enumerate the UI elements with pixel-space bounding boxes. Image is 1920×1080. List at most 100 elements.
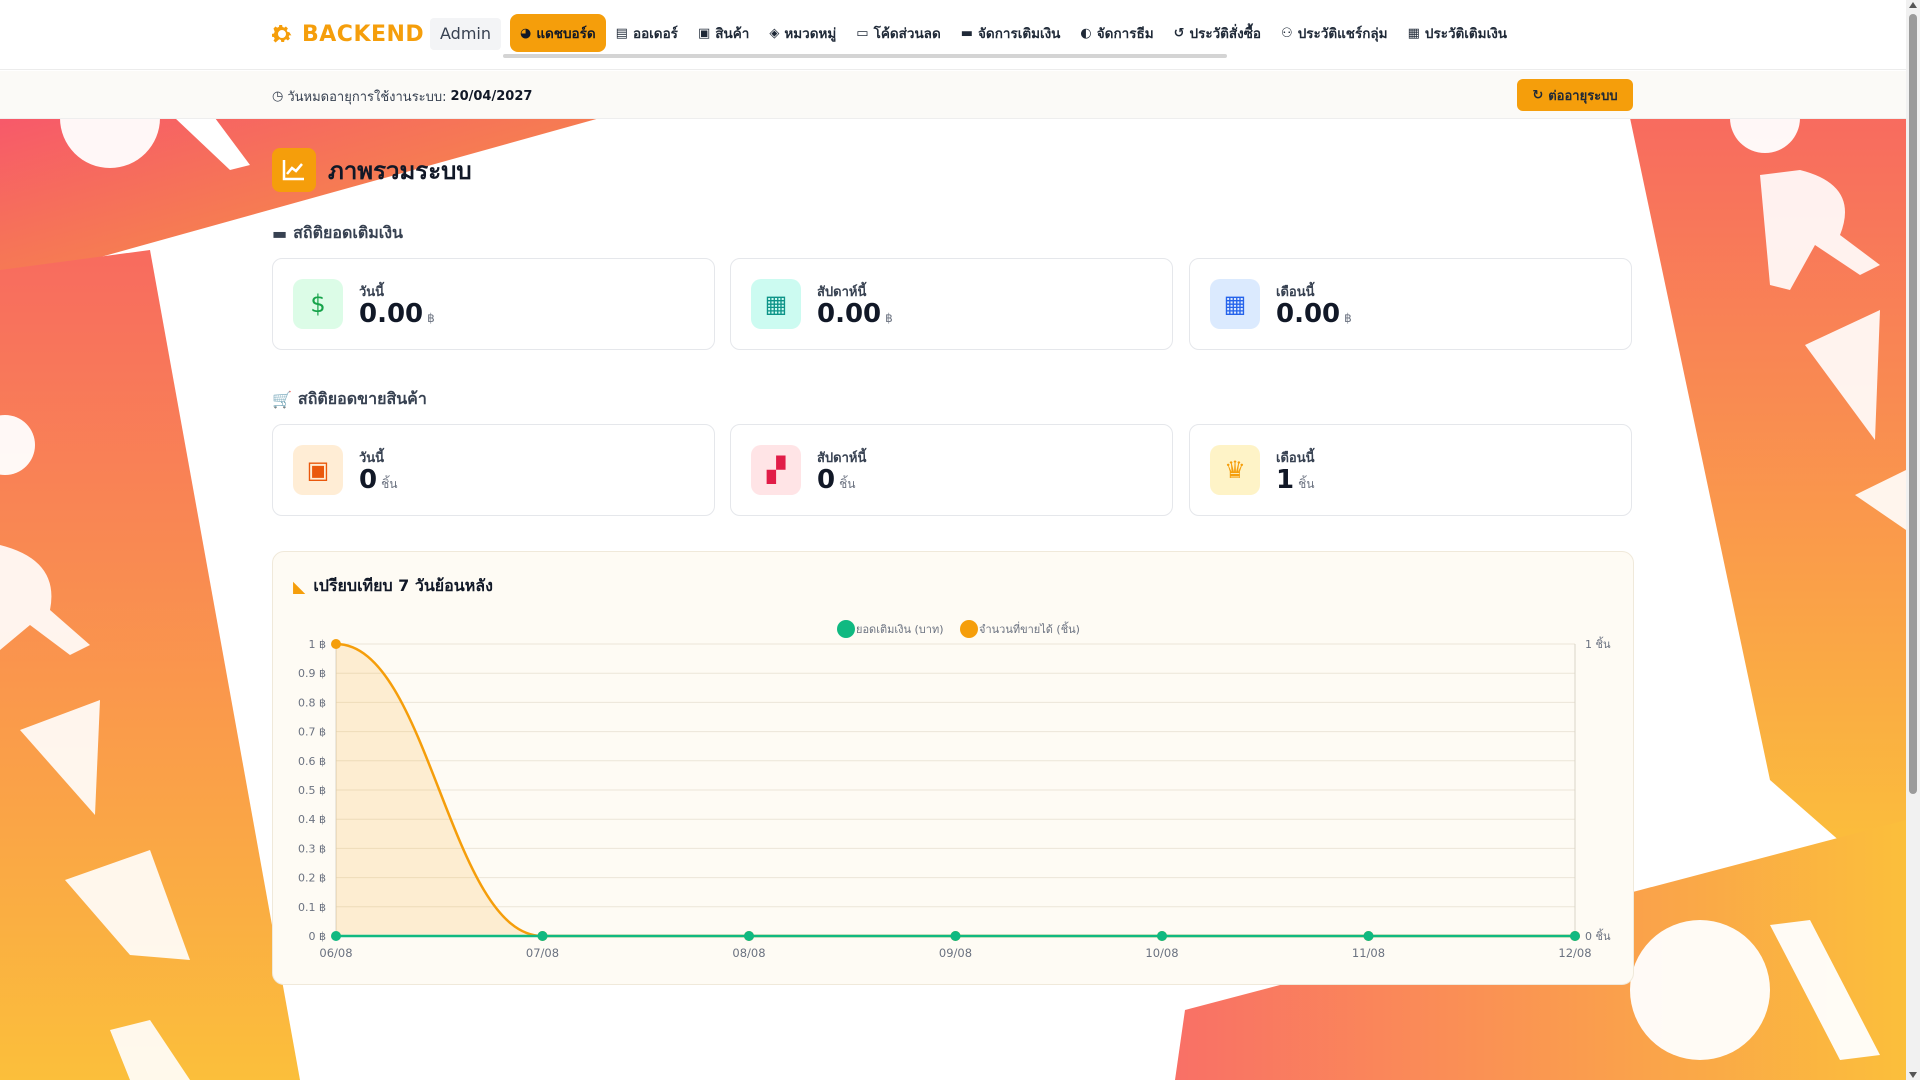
value-unit: ฿ [1344,311,1352,325]
brand[interactable]: BACKEND [270,19,424,49]
page-title: ภาพรวมระบบ [328,156,472,185]
gear-icon [272,25,292,43]
value-unit: ชิ้น [381,477,398,491]
y-left-tick-label: 0 ฿ [309,930,327,943]
main-nav: ◕ แดชบอร์ด ▤ ออเดอร์ ▣ สินค้า ◈ หมวดหมู่… [510,14,1517,52]
value-number: 0.00 [817,299,882,329]
card-value: 0 ชิ้น [817,465,855,495]
nav-item-label: ประวัติสั่งซื้อ [1189,26,1262,42]
topup-section-heading: ▬ สถิติยอดเติมเงิน [272,221,403,246]
comparison-chart-panel: ◣ เปรียบเทียบ 7 วันย้อนหลัง 0 ฿ 0.1 ฿ 0.2 … [272,551,1634,985]
nav-item-categories[interactable]: ◈ หมวดหมู่ [759,14,846,52]
nav-item-label: ประวัติเติมเงิน [1424,26,1508,42]
expiry-info: ◷ วันหมดอายุการใช้งานระบบ: 20/04/2027 [272,86,532,107]
scrollbar-thumb[interactable] [1909,14,1917,794]
y-left-tick-label: 0.5 ฿ [298,784,326,797]
sales-section-heading: 🛒 สถิติยอดขายสินค้า [272,387,427,412]
y-left-tick-label: 0.4 ฿ [298,813,326,826]
nav-item-label: ประวัติแชร์กลุ่ม [1297,26,1388,42]
y-left-tick-label: 0.3 ฿ [298,842,326,855]
money-bag-icon: $ [293,279,343,329]
section-title: สถิติยอดขายสินค้า [297,389,427,408]
license-bar: ◷ วันหมดอายุการใช้งานระบบ: 20/04/2027 ↻ … [0,71,1906,119]
series-point [331,931,341,941]
page-scrollbar[interactable] [1906,0,1920,1080]
clock-icon: ◷ [272,89,284,104]
nav-item-label: แดชบอร์ด [536,26,596,42]
ticket-icon: ▭ [856,25,869,41]
renew-label: ต่ออายุระบบ [1548,88,1618,104]
topup-week-card: ▦ สัปดาห์นี้ 0.00 ฿ [730,258,1173,350]
series-point [331,639,341,649]
wallet-icon: ▬ [272,224,288,243]
nav-scrollbar[interactable] [503,54,1227,58]
y-left-tick-label: 0.1 ฿ [298,901,326,914]
nav-item-group-share-history[interactable]: ⚇ ประวัติแชร์กลุ่ม [1271,14,1398,52]
brand-name: BACKEND [302,21,425,47]
sales-today-card: ▣ วันนี้ 0 ชิ้น [272,424,715,516]
y-left-tick-label: 0.9 ฿ [298,667,326,680]
value-number: 0 [817,465,836,495]
open-box-icon: ▣ [293,445,343,495]
legend-marker [960,620,978,638]
legend-label: ยอดเติมเงิน (บาท) [856,623,944,636]
renew-button[interactable]: ↻ ต่ออายุระบบ [1517,79,1633,111]
value-number: 0.00 [1276,299,1341,329]
calendar-icon: ▦ [1210,279,1260,329]
card-value: 0 ชิ้น [359,465,397,495]
nav-item-order-history[interactable]: ↺ ประวัติสั่งซื้อ [1164,14,1271,52]
nav-item-label: สินค้า [715,26,750,42]
chart-line-icon [272,148,316,192]
card-value: 1 ชิ้น [1276,465,1314,495]
expiry-date: 20/04/2027 [450,89,533,104]
nav-item-label: จัดการธีม [1096,26,1154,42]
palette-icon: ◐ [1080,25,1092,41]
x-tick-label: 11/08 [1352,946,1385,960]
x-tick-label: 10/08 [1145,946,1178,960]
wallet-icon: ▬ [960,25,974,41]
series-point [537,931,548,941]
nav-item-orders[interactable]: ▤ ออเดอร์ [606,14,688,52]
money-icon: ▦ [1407,25,1420,41]
value-number: 0 [359,465,378,495]
value-unit: ฿ [885,311,893,325]
nav-item-label: จัดการเติมเงิน [978,26,1061,42]
sales-month-card: ♛ เดือนนี้ 1 ชิ้น [1189,424,1632,516]
scroll-down-icon[interactable] [1909,1072,1917,1078]
y-left-tick-label: 0.2 ฿ [298,872,326,885]
nav-item-label: โค้ดส่วนลด [873,26,941,42]
calendar-week-icon: ▦ [751,279,801,329]
series-point [1570,931,1580,941]
value-number: 0.00 [359,299,424,329]
page-header: ภาพรวมระบบ [272,148,472,192]
sales-week-card: ▞ สัปดาห์นี้ 0 ชิ้น [730,424,1173,516]
y-left-tick-label: 1 ฿ [309,638,327,651]
legend-marker [837,620,855,638]
expiry-label: วันหมดอายุการใช้งานระบบ: [287,90,447,105]
topup-today-card: $ วันนี้ 0.00 ฿ [272,258,715,350]
y-left-tick-label: 0.8 ฿ [298,696,326,709]
y-right-tick-label: 0 ชิ้น [1585,928,1611,943]
top-navbar: BACKEND Admin ◕ แดชบอร์ด ▤ ออเดอร์ ▣ สิน… [0,0,1906,70]
y-right-tick-label: 1 ชิ้น [1585,636,1611,651]
series-point [1363,931,1374,941]
series-point [744,931,754,941]
nav-item-label: หมวดหมู่ [784,26,837,42]
x-tick-label: 08/08 [732,946,765,960]
line-chart: 0 ฿ 0.1 ฿ 0.2 ฿ 0.3 ฿ 0.4 ฿ 0.5 ฿ 0.6 ฿ 0.7 ฿ 0.… [298,620,1611,960]
nav-item-topup[interactable]: ▬ จัดการเติมเงิน [951,14,1071,52]
topup-month-card: ▦ เดือนนี้ 0.00 ฿ [1189,258,1632,350]
dashboard-icon: ◕ [520,25,532,41]
refresh-icon: ↻ [1532,87,1544,103]
y-left-tick-label: 0.7 ฿ [298,726,326,739]
nav-item-topup-history[interactable]: ▦ ประวัติเติมเงิน [1398,14,1517,52]
value-unit: ชิ้น [1298,477,1315,491]
nav-item-themes[interactable]: ◐ จัดการธีม [1070,14,1163,52]
card-value: 0.00 ฿ [1276,299,1352,329]
scroll-up-icon[interactable] [1909,2,1917,8]
nav-item-coupons[interactable]: ▭ โค้ดส่วนลด [846,14,950,52]
nav-item-dashboard[interactable]: ◕ แดชบอร์ด [510,14,606,52]
nav-item-products[interactable]: ▣ สินค้า [688,14,759,52]
section-title: สถิติยอดเติมเงิน [293,223,403,242]
box-icon: ▣ [697,25,711,41]
